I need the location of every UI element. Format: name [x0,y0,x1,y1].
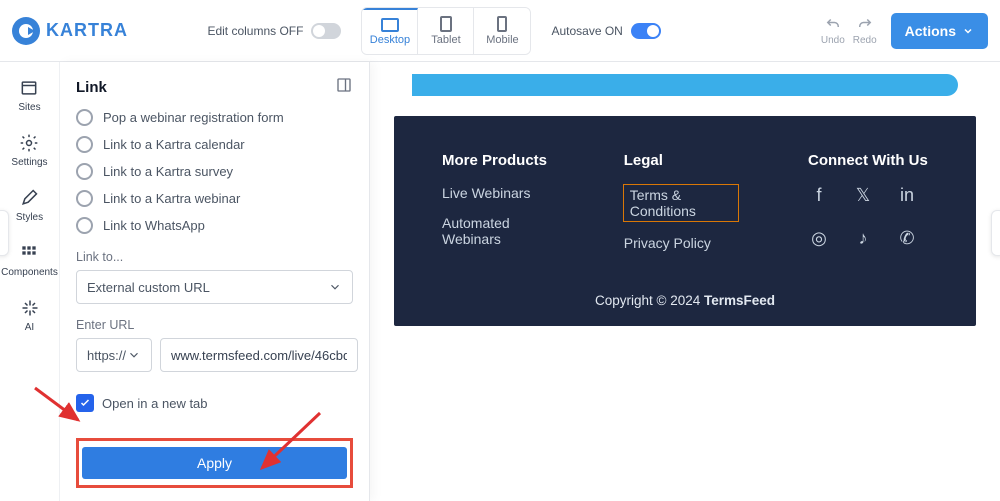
logo[interactable]: KARTRA [12,17,128,45]
redo-button[interactable]: Redo [853,15,877,46]
apply-highlight-annotation: Apply [76,438,353,488]
footer-link-privacy[interactable]: Privacy Policy [624,235,738,251]
brush-icon [19,188,39,208]
url-input[interactable] [160,338,358,372]
footer-col-products: More Products Live Webinars Automated We… [442,152,554,265]
page-canvas: More Products Live Webinars Automated We… [370,62,1000,501]
footer-heading: Connect With Us [808,152,928,169]
footer-col-legal: Legal Terms & Conditions Privacy Policy [624,152,738,265]
rail-ai[interactable]: AI [20,298,40,333]
dock-panel-button[interactable] [335,76,353,99]
device-tabs: Desktop Tablet Mobile [361,7,531,55]
undo-button[interactable]: Undo [821,15,845,46]
left-rail: Sites Settings Styles Components AI [0,62,60,501]
radio-pop-webinar-form[interactable]: Pop a webinar registration form [76,109,353,126]
rail-components[interactable]: Components [1,243,58,278]
canvas-edge-handle-right[interactable] [991,210,1000,256]
footer-heading: Legal [624,152,738,169]
radio-icon [76,217,93,234]
radio-kartra-survey[interactable]: Link to a Kartra survey [76,163,353,180]
instagram-icon[interactable]: ◎ [808,228,830,249]
radio-whatsapp[interactable]: Link to WhatsApp [76,217,353,234]
autosave-toggle[interactable]: Autosave ON [551,23,660,39]
enter-url-label: Enter URL [76,318,353,332]
topbar: KARTRA Edit columns OFF Desktop Tablet M… [0,0,1000,62]
link-to-label: Link to... [76,250,353,264]
logo-text: KARTRA [46,20,128,41]
history-controls: Undo Redo [821,15,877,46]
facebook-icon[interactable]: f [808,185,830,206]
device-tab-mobile[interactable]: Mobile [474,8,530,54]
footer-link-automated-webinars[interactable]: Automated Webinars [442,215,554,247]
tiktok-icon[interactable]: ♪ [852,228,874,249]
linkedin-icon[interactable]: in [896,185,918,206]
logo-mark-icon [12,17,40,45]
footer-col-connect: Connect With Us f 𝕏 in ◎ ♪ ✆ [808,152,928,265]
edit-columns-toggle[interactable]: Edit columns OFF [207,23,341,39]
footer-copyright: Copyright © 2024 TermsFeed [442,293,928,308]
whatsapp-icon[interactable]: ✆ [896,228,918,249]
panel-title: Link [76,79,107,96]
radio-kartra-calendar[interactable]: Link to a Kartra calendar [76,136,353,153]
toggle-off-icon [311,23,341,39]
url-scheme-select[interactable]: https:// [76,338,152,372]
radio-icon [76,190,93,207]
gear-icon [19,133,39,153]
toggle-on-icon [631,23,661,39]
footer-heading: More Products [442,152,554,169]
rail-settings[interactable]: Settings [11,133,47,168]
link-to-select[interactable]: External custom URL [76,270,353,304]
radio-icon [76,163,93,180]
footer-link-terms-selected[interactable]: Terms & Conditions [624,185,738,221]
mobile-icon [497,16,507,32]
autosave-label: Autosave ON [551,24,622,38]
x-twitter-icon[interactable]: 𝕏 [852,185,874,206]
device-tab-desktop[interactable]: Desktop [362,8,418,54]
site-footer: More Products Live Webinars Automated We… [394,116,976,326]
checkbox-checked-icon [76,394,94,412]
desktop-icon [381,18,399,32]
device-tab-tablet[interactable]: Tablet [418,8,474,54]
rail-styles[interactable]: Styles [16,188,43,223]
radio-kartra-webinar[interactable]: Link to a Kartra webinar [76,190,353,207]
tablet-icon [440,16,452,32]
edit-columns-label: Edit columns OFF [207,24,303,38]
cta-bar[interactable] [412,74,958,96]
footer-link-live-webinars[interactable]: Live Webinars [442,185,554,201]
chevron-down-icon [962,25,974,37]
grid-icon [19,243,39,263]
open-new-tab-checkbox[interactable]: Open in a new tab [76,394,353,412]
apply-button[interactable]: Apply [82,447,347,479]
radio-icon [76,109,93,126]
link-panel: Link Pop a webinar registration form Lin… [60,62,370,501]
chevron-down-icon [127,348,141,362]
rail-sites[interactable]: Sites [18,78,40,113]
actions-button[interactable]: Actions [891,13,988,49]
canvas-edge-handle-left[interactable] [0,210,9,256]
link-type-radio-group: Pop a webinar registration form Link to … [76,109,353,234]
sites-icon [19,78,39,98]
sparkle-icon [20,298,40,318]
radio-icon [76,136,93,153]
chevron-down-icon [328,280,342,294]
